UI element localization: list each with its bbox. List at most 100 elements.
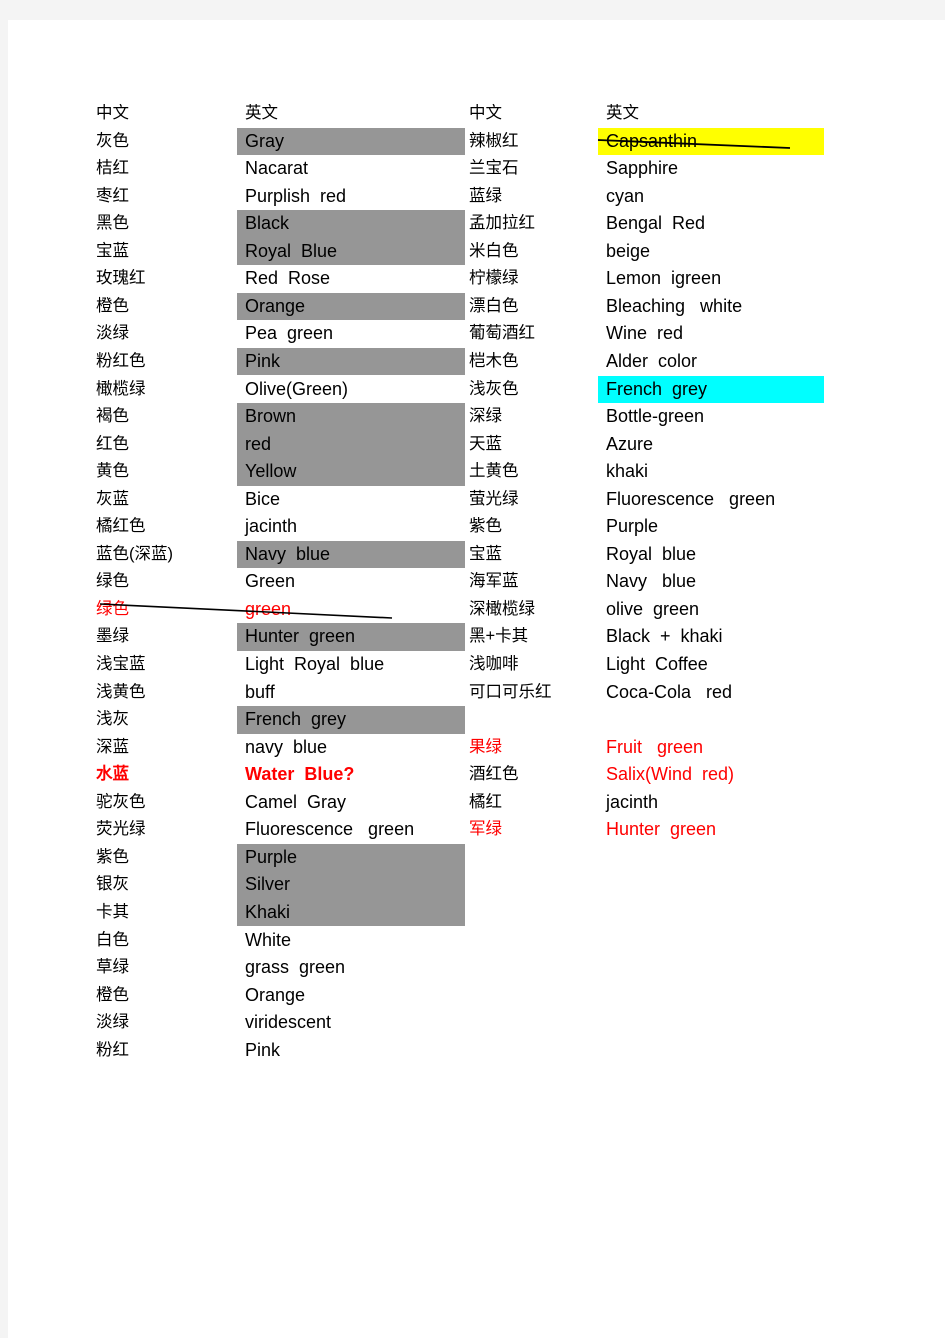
cell-chinese-left: 灰蓝 <box>96 489 129 508</box>
cell-chinese-left: 浅灰 <box>96 710 129 729</box>
table-row: 蓝色(深蓝) Navy blue 宝蓝 Royal blue <box>96 540 896 569</box>
cell-english-left: French grey <box>245 709 347 730</box>
table-row: 灰色 Gray 辣椒红 Capsanthin <box>96 127 896 156</box>
cell-english-right: Black + khaki <box>606 626 723 647</box>
cell-chinese-right: 海军蓝 <box>469 572 519 591</box>
table-row: 粉红色 Pink 桤木色 Alder color <box>96 347 896 376</box>
cell-english-left: Black <box>245 213 290 234</box>
table-row: 橄榄绿 Olive(Green) 浅灰色 French grey <box>96 375 896 404</box>
table-row: 草绿 grass green <box>96 954 896 982</box>
cell-chinese-left: 桔红 <box>96 159 129 178</box>
cell-chinese-right: 辣椒红 <box>469 131 519 150</box>
cell-chinese-left: 草绿 <box>96 958 129 977</box>
cell-chinese-right: 兰宝石 <box>469 159 519 178</box>
cell-english-right: Coca-Cola red <box>606 681 733 702</box>
cell-chinese-left: 黑色 <box>96 214 129 233</box>
cell-chinese-left: 紫色 <box>96 847 129 866</box>
cell-english-right: olive green <box>606 598 700 619</box>
cell-english-right: Purple <box>606 516 659 537</box>
cell-english-left: Bice <box>245 488 281 509</box>
cell-chinese-right: 可口可乐红 <box>469 682 552 701</box>
cell-chinese-left: 淡绿 <box>96 1013 129 1032</box>
table-row: 墨绿 Hunter green 黑+卡其 Black + khaki <box>96 623 896 651</box>
cell-english-left: green <box>245 598 292 619</box>
cell-english-left: Purple <box>245 846 298 867</box>
table-row: 橙色 Orange <box>96 982 896 1010</box>
gray-highlight-band <box>237 430 465 459</box>
cell-chinese-left: 驼灰色 <box>96 792 146 811</box>
cell-chinese-left: 墨绿 <box>96 627 129 646</box>
cell-english-right: Alder color <box>606 350 698 371</box>
table-row: 卡其 Khaki <box>96 898 896 927</box>
table-row: 紫色 Purple <box>96 843 896 872</box>
cell-chinese-right: 紫色 <box>469 517 502 536</box>
cell-chinese-right: 深橄榄绿 <box>469 599 535 618</box>
table-row: 绿色 Green 海军蓝 Navy blue <box>96 568 896 596</box>
header-english-left: 英文 <box>245 104 278 122</box>
cell-english-left: Green <box>245 571 296 592</box>
cell-chinese-left: 白色 <box>96 930 129 949</box>
cell-chinese-left: 绿色 <box>96 572 129 591</box>
cell-chinese-right: 深绿 <box>469 407 502 426</box>
cell-chinese-left: 卡其 <box>96 902 129 921</box>
table-row: 橘红色 jacinth 紫色 Purple <box>96 513 896 541</box>
cell-english-right: Azure <box>606 433 654 454</box>
cell-chinese-right: 黑+卡其 <box>469 627 529 646</box>
cell-english-left: White <box>245 929 292 950</box>
cell-english-left: navy blue <box>245 736 328 757</box>
table-row: 灰蓝 Bice 萤光绿 Fluorescence green <box>96 486 896 514</box>
cell-chinese-left: 灰色 <box>96 131 129 150</box>
cell-english-left: Brown <box>245 406 297 427</box>
cell-english-right: French grey <box>606 378 708 399</box>
cell-english-right: Capsanthin <box>606 130 698 151</box>
cell-chinese-right: 军绿 <box>469 820 502 839</box>
cell-chinese-right: 天蓝 <box>469 434 502 453</box>
cell-english-right: Light Coffee <box>606 654 708 674</box>
cell-english-right: khaki <box>606 461 649 482</box>
cell-english-left: Royal Blue <box>245 240 338 261</box>
cell-chinese-left: 褐色 <box>96 407 129 426</box>
header-chinese-right: 中文 <box>469 104 502 122</box>
cell-chinese-right: 果绿 <box>469 737 502 756</box>
table-row: 黑色 Black 孟加拉红 Bengal Red <box>96 210 896 238</box>
table-header-row: 中文 英文 中文 英文 <box>96 100 896 128</box>
cell-chinese-right: 蓝绿 <box>469 186 502 205</box>
cell-chinese-right: 浅咖啡 <box>469 655 519 673</box>
cell-chinese-left: 枣红 <box>96 186 129 205</box>
cell-chinese-left: 橘红色 <box>96 517 146 536</box>
cell-chinese-left: 浅宝蓝 <box>96 655 146 673</box>
cell-english-left: red <box>245 433 272 454</box>
cell-english-left: Light Royal blue <box>245 654 385 674</box>
cell-chinese-left: 粉红 <box>96 1040 129 1059</box>
cell-chinese-left: 玫瑰红 <box>96 269 146 288</box>
table-row: 浅黄色 buff 可口可乐红 Coca-Cola red <box>96 679 896 707</box>
table-row: 水蓝 Water Blue? 酒红色 Salix(Wind red) <box>96 761 896 789</box>
cell-chinese-right: 漂白色 <box>469 296 519 315</box>
cell-english-left: buff <box>245 681 275 702</box>
document-sheet: 中文 英文 中文 英文 灰色 Gray 辣椒红 Capsanthin 桔红 Nacarat 兰宝石 S… <box>8 20 945 1338</box>
cell-english-right: jacinth <box>606 791 659 812</box>
cell-chinese-right: 柠檬绿 <box>469 269 519 288</box>
cell-chinese-right: 萤光绿 <box>469 489 519 508</box>
cell-english-left: Water Blue? <box>245 764 355 785</box>
cell-chinese-right: 浅灰色 <box>469 379 519 398</box>
cell-english-left: Camel Gray <box>245 791 347 812</box>
cell-chinese-left: 蓝色(深蓝) <box>96 544 173 563</box>
table-row: 驼灰色 Camel Gray 橘红 jacinth <box>96 789 896 817</box>
cell-english-left: Orange <box>245 984 306 1005</box>
header-chinese-left: 中文 <box>96 104 129 122</box>
header-english-right: 英文 <box>606 104 639 122</box>
cell-chinese-right: 葡萄酒红 <box>469 324 535 343</box>
cell-chinese-left: 水蓝 <box>96 765 129 784</box>
cell-english-left: grass green <box>245 957 346 978</box>
cell-english-left: Orange <box>245 295 306 316</box>
cell-english-left: Pea green <box>245 323 334 344</box>
cell-english-right: Wine red <box>606 323 684 344</box>
cell-chinese-left: 荧光绿 <box>96 820 146 839</box>
table-row: 淡绿 Pea green 葡萄酒红 Wine red <box>96 320 896 348</box>
cell-chinese-left: 橙色 <box>96 296 129 315</box>
cell-english-right: Bengal Red <box>606 213 706 234</box>
cell-english-right: Hunter green <box>606 819 717 840</box>
cell-english-right: Fruit green <box>606 736 704 757</box>
cell-english-right: Salix(Wind red) <box>606 764 735 785</box>
